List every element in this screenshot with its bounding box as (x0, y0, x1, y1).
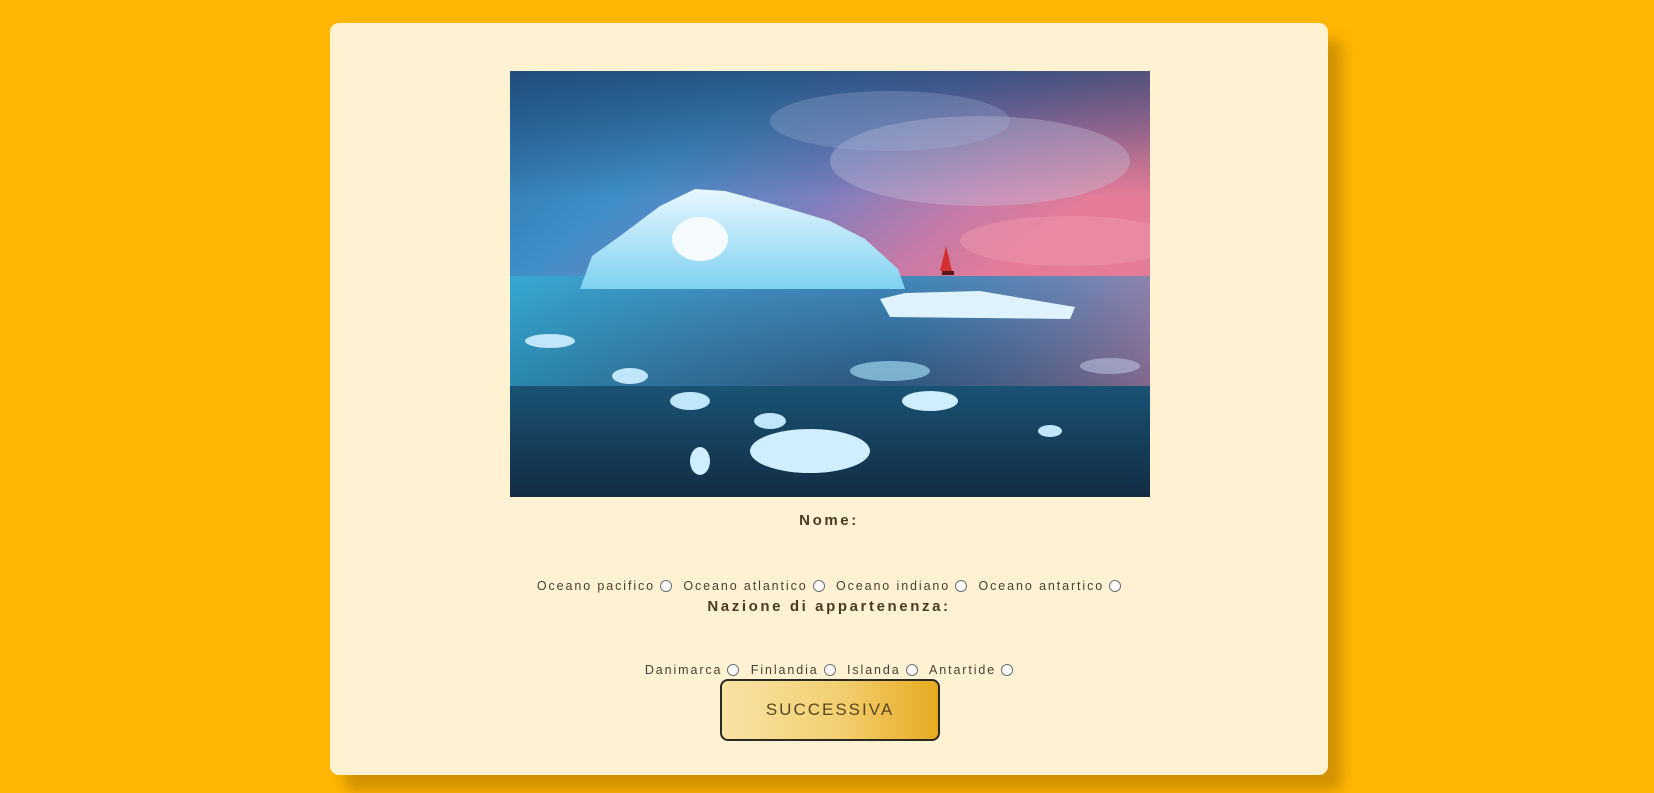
quiz-card: Nome: Oceano pacifico Oceano atlantico O… (330, 23, 1328, 775)
radio-button[interactable] (823, 664, 836, 676)
iceberg-photo (510, 71, 1150, 497)
option-oceano-indiano[interactable]: Oceano indiano (835, 579, 968, 593)
option-oceano-atlantico[interactable]: Oceano atlantico (683, 579, 825, 593)
option-label: Finlandia (750, 663, 819, 677)
radio-button[interactable] (905, 664, 918, 676)
option-oceano-antartico[interactable]: Oceano antartico (979, 579, 1122, 593)
option-antartide[interactable]: Antartide (928, 663, 1014, 677)
name-question-label: Nome: (799, 512, 859, 529)
option-label: Oceano antartico (978, 579, 1105, 593)
option-label: Antartide (928, 663, 997, 677)
name-options: Oceano pacifico Oceano atlantico Oceano … (330, 579, 1328, 593)
option-label: Oceano atlantico (683, 579, 808, 593)
radio-button[interactable] (1109, 580, 1122, 592)
radio-button[interactable] (1001, 664, 1014, 676)
option-oceano-pacifico[interactable]: Oceano pacifico (537, 579, 672, 593)
nation-options: Danimarca Finlandia Islanda Antartide (330, 663, 1328, 677)
radio-button[interactable] (660, 580, 672, 592)
option-label: Islanda (847, 663, 901, 677)
option-label: Oceano indiano (835, 579, 951, 593)
option-label: Oceano pacifico (536, 579, 655, 593)
option-danimarca[interactable]: Danimarca (645, 663, 740, 677)
option-label: Danimarca (644, 663, 723, 677)
radio-button[interactable] (955, 580, 968, 592)
radio-button[interactable] (727, 664, 740, 676)
option-islanda[interactable]: Islanda (847, 663, 918, 677)
nation-question-label: Nazione di appartenenza: (707, 598, 951, 615)
option-finlandia[interactable]: Finlandia (751, 663, 836, 677)
radio-button[interactable] (812, 580, 825, 592)
next-button[interactable]: SUCCESSIVA (720, 679, 940, 741)
